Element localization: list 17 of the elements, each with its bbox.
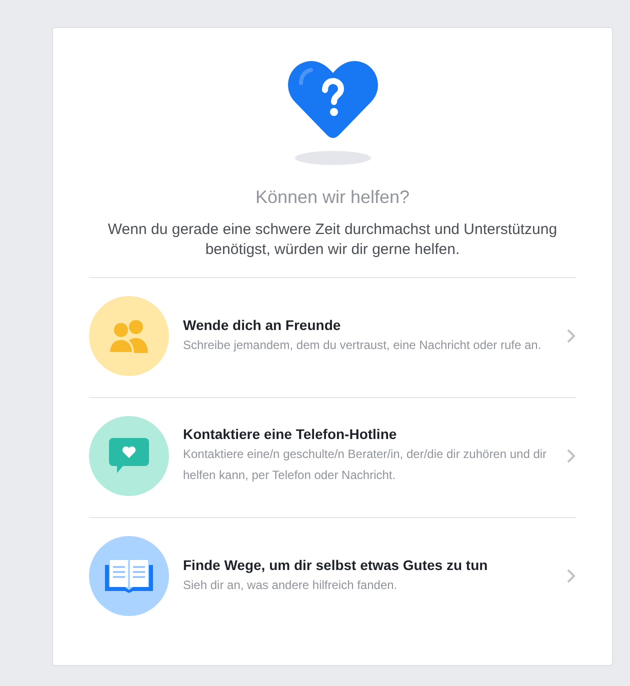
book-icon [105, 559, 153, 593]
help-option[interactable]: Kontaktiere eine Telefon-Hotline Kontaktiere eine/n geschulte/n Berater/in, der/die dir zuhören und dir helfen kann, per Telefon oder Nachricht. [89, 398, 576, 518]
option-description: Sieh dir an, was andere hilfreich fanden. [183, 576, 398, 594]
help-option[interactable]: Wende dich an Freunde Schreibe jemandem, dem du vertraust, eine Nachricht oder rufe an. [89, 278, 576, 398]
chevron-right-icon [566, 448, 576, 464]
help-option[interactable]: Finde Wege, um dir selbst etwas Gutes zu tun Sieh dir an, was andere hilfreich fanden. [89, 518, 576, 637]
option-description: Schreibe jemandem, dem du vertraust, eine Nachricht oder rufe an. [183, 336, 542, 354]
option-title: Finde Wege, um dir selbst etwas Gutes zu tun [183, 556, 489, 572]
heart-question-icon [286, 58, 378, 138]
option-title: Kontaktiere eine Telefon-Hotline [183, 426, 398, 442]
intro-text: Wenn du gerade eine schwere Zeit durchmachst und Unterstützung benötigst, würden wir dir gerne helfen. [106, 220, 558, 260]
dialog-title: Können wir helfen? [255, 187, 410, 208]
option-title: Wende dich an Freunde [183, 316, 342, 332]
chevron-right-icon [566, 568, 576, 584]
chevron-right-icon [566, 328, 576, 344]
chat-heart-icon [109, 438, 149, 474]
option-description: Kontaktiere eine/n geschulte/n Berater/in, der/die dir zuhören und dir helfen kann, per Telefon oder Nachricht. [183, 446, 548, 484]
